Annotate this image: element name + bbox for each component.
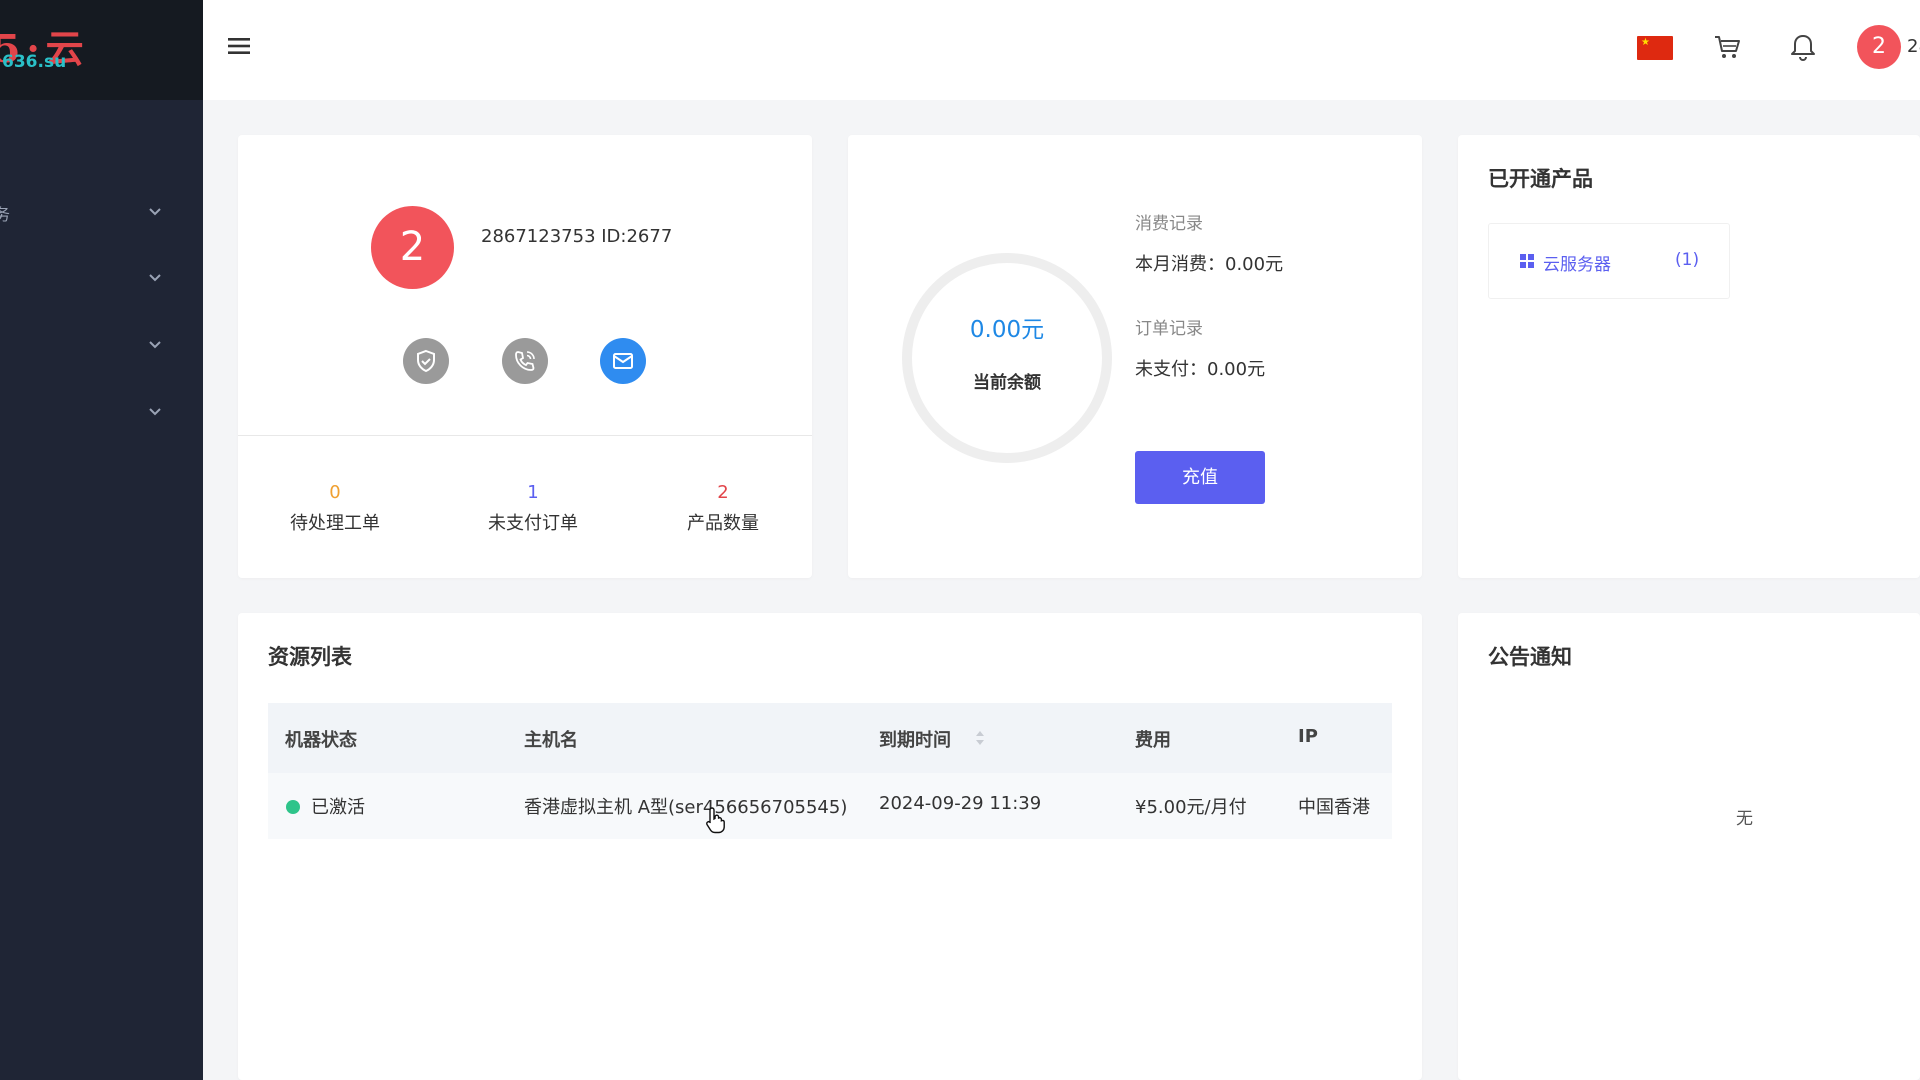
language-flag-icon[interactable]: ★ (1637, 36, 1673, 60)
sidebar: 5·云 636.su 务 (0, 0, 203, 1080)
resource-table: 机器状态 主机名 到期时间 费用 IP 已激活 香港虚拟主机 A型(ser456… (268, 703, 1392, 839)
stat-pending-tickets[interactable]: 0 待处理工单 (265, 481, 405, 535)
product-count: (1) (1675, 250, 1700, 270)
stat-value: 2 (717, 482, 729, 503)
realname-verify-button[interactable] (403, 338, 449, 384)
table-header: 机器状态 主机名 到期时间 费用 IP (268, 703, 1392, 773)
logo-subtext: 636.su (2, 52, 67, 72)
product-item-cloud-server[interactable]: 云服务器 (1) (1488, 223, 1730, 299)
sidebar-item-label: 务 (0, 205, 11, 224)
cell-hostname[interactable]: 香港虚拟主机 A型(ser456656705545) (524, 793, 847, 819)
user-id-text: 2867123753 ID:2677 (481, 226, 673, 247)
stat-unpaid-orders[interactable]: 1 未支付订单 (463, 481, 603, 535)
shield-check-icon (417, 349, 435, 373)
column-header-hostname: 主机名 (524, 730, 578, 751)
email-icon (613, 353, 633, 369)
cell-expire: 2024-09-29 11:39 (879, 793, 1042, 814)
chevron-down-icon (149, 208, 161, 216)
column-header-status: 机器状态 (285, 730, 357, 751)
balance-ring (902, 253, 1112, 463)
order-record-title[interactable]: 订单记录 (1135, 314, 1203, 339)
stat-value: 1 (527, 482, 539, 503)
header-username[interactable]: 28 (1907, 36, 1920, 57)
user-info-card: 2 2867123753 ID:2677 0 待处理工单 1 未支付订单 2 产… (238, 135, 812, 578)
sidebar-item-4[interactable] (0, 387, 203, 437)
month-consume-value: 本月消费：0.00元 (1135, 254, 1284, 275)
sidebar-item-2[interactable] (0, 253, 203, 303)
stat-value: 0 (329, 482, 341, 503)
sidebar-item-1[interactable]: 务 (0, 187, 203, 237)
empty-text: 无 (1736, 809, 1753, 829)
stat-label: 产品数量 (687, 513, 759, 534)
sidebar-item-3[interactable] (0, 320, 203, 370)
unpaid-value: 未支付：0.00元 (1135, 359, 1266, 380)
divider (238, 435, 812, 436)
balance-card: 0.00元 当前余额 消费记录 本月消费：0.00元 订单记录 未支付：0.00… (848, 135, 1422, 578)
cell-status: 已激活 (311, 797, 365, 818)
flag-star-icon: ★ (1641, 37, 1650, 48)
balance-label: 当前余额 (973, 373, 1041, 393)
active-products-card: 已开通产品 云服务器 (1) (1458, 135, 1920, 578)
phone-verify-button[interactable] (502, 338, 548, 384)
column-header-ip: IP (1298, 726, 1318, 747)
resource-list-card: 资源列表 机器状态 主机名 到期时间 费用 IP 已激活 香港虚拟主机 A型(s… (238, 613, 1422, 1080)
chevron-down-icon (149, 341, 161, 349)
stat-label: 待处理工单 (290, 513, 380, 534)
stat-product-count[interactable]: 2 产品数量 (653, 481, 793, 535)
recharge-button[interactable]: 充值 (1135, 451, 1265, 504)
status-active-dot-icon (286, 800, 300, 814)
announcement-card: 公告通知 无 (1458, 613, 1920, 1080)
product-name: 云服务器 (1543, 255, 1611, 275)
menu-toggle-icon[interactable] (227, 34, 251, 58)
column-header-fee: 费用 (1135, 730, 1171, 751)
cell-fee: ¥5.00元/月付 (1135, 797, 1247, 818)
card-title: 已开通产品 (1488, 167, 1593, 191)
column-header-expire[interactable]: 到期时间 (879, 726, 951, 752)
consume-record-title[interactable]: 消费记录 (1135, 209, 1203, 234)
notification-bell-icon[interactable] (1790, 33, 1816, 61)
top-header: ★ 2 28 (203, 0, 1920, 100)
card-title: 公告通知 (1488, 645, 1572, 669)
table-row[interactable]: 已激活 香港虚拟主机 A型(ser456656705545) 2024-09-2… (268, 773, 1392, 839)
header-avatar[interactable]: 2 (1857, 25, 1901, 69)
logo[interactable]: 5·云 636.su (0, 0, 203, 100)
card-title: 资源列表 (268, 645, 352, 669)
hand-cursor-icon (706, 807, 725, 834)
cell-ip: 中国香港 (1298, 797, 1370, 818)
grid-icon (1520, 254, 1534, 268)
sort-icon[interactable] (974, 728, 986, 748)
balance-amount: 0.00元 (969, 317, 1045, 343)
stat-label: 未支付订单 (488, 513, 578, 534)
chevron-down-icon (149, 274, 161, 282)
email-verify-button[interactable] (600, 338, 646, 384)
chevron-down-icon (149, 408, 161, 416)
phone-icon (515, 351, 535, 371)
user-avatar: 2 (371, 206, 454, 289)
cart-icon[interactable] (1713, 33, 1741, 61)
